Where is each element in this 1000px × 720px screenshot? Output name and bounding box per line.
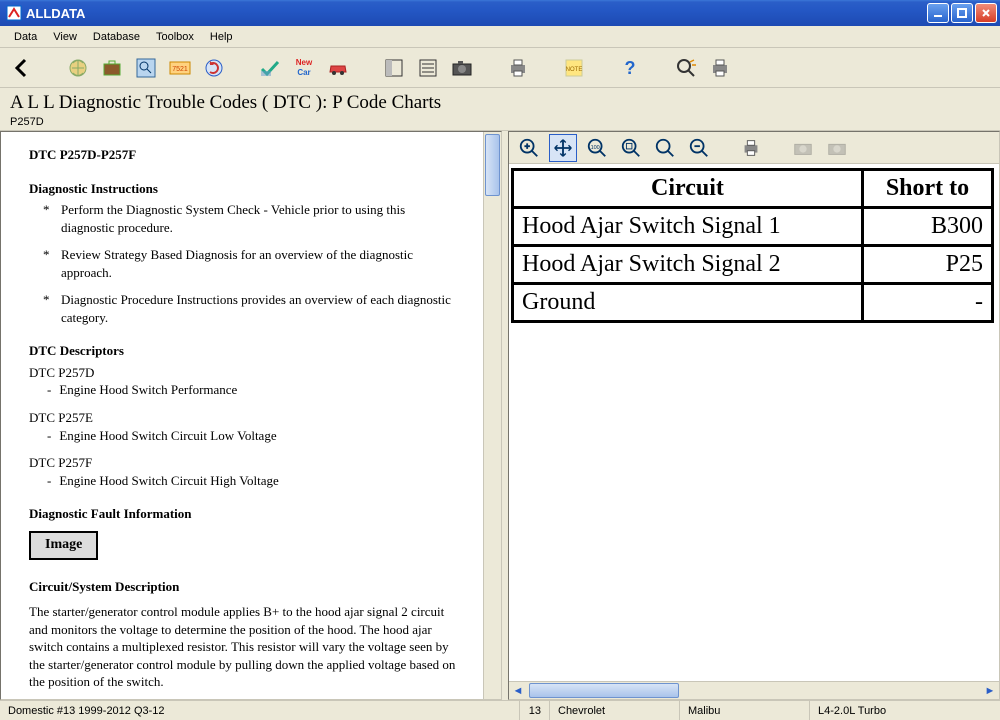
svg-text:100: 100 (591, 144, 600, 150)
dtc-code: DTC P257F (29, 454, 461, 472)
layout-1-icon[interactable] (380, 54, 408, 82)
app-icon (6, 5, 22, 21)
menu-database[interactable]: Database (85, 29, 148, 45)
menu-help[interactable]: Help (202, 29, 241, 45)
status-model: Malibu (680, 701, 810, 720)
status-database: Domestic #13 1999-2012 Q3-12 (0, 701, 520, 720)
heading-diag-instr: Diagnostic Instructions (29, 180, 461, 198)
camera-2-icon (823, 134, 851, 162)
table-cell: Hood Ajar Switch Signal 2 (513, 246, 863, 284)
dtc-desc: Engine Hood Switch Circuit High Voltage (59, 472, 278, 490)
hscroll-thumb[interactable] (529, 683, 679, 698)
article-pane: DTC P257D-P257F Diagnostic Instructions … (0, 131, 502, 700)
image-button[interactable]: Image (29, 531, 98, 560)
table-header: Circuit (513, 170, 863, 208)
car-icon[interactable] (324, 54, 352, 82)
heading-circuit-desc: Circuit/System Description (29, 578, 461, 596)
circuit-table: Circuit Short to Hood Ajar Switch Signal… (511, 168, 994, 323)
statusbar: Domestic #13 1999-2012 Q3-12 13 Chevrole… (0, 700, 1000, 720)
camera-icon[interactable] (448, 54, 476, 82)
horizontal-scrollbar[interactable]: ◄ ► (509, 681, 999, 699)
zoom-100-icon[interactable]: 100 (583, 134, 611, 162)
article-content: DTC P257D-P257F Diagnostic Instructions … (1, 132, 483, 699)
bullet-text: Review Strategy Based Diagnosis for an o… (61, 246, 461, 281)
header-area: A L L Diagnostic Trouble Codes ( DTC ): … (0, 88, 1000, 131)
svg-text:NOTE: NOTE (566, 67, 583, 73)
menu-data[interactable]: Data (6, 29, 45, 45)
status-engine: L4-2.0L Turbo (810, 701, 1000, 720)
table-cell: - (863, 284, 993, 322)
zoom-in-icon[interactable] (515, 134, 543, 162)
scroll-right-arrow[interactable]: ► (981, 682, 999, 699)
print-image-icon[interactable] (737, 134, 765, 162)
table-cell: Ground (513, 284, 863, 322)
new-car-icon[interactable]: NewCar (290, 54, 318, 82)
help-icon[interactable]: ? (616, 54, 644, 82)
dtc-desc: Engine Hood Switch Performance (59, 381, 237, 399)
image-pane: 100 Circuit Short to Hood Ajar Switch Si… (508, 131, 1000, 700)
pan-icon[interactable] (549, 134, 577, 162)
briefcase-icon[interactable] (98, 54, 126, 82)
page-title: A L L Diagnostic Trouble Codes ( DTC ): … (10, 92, 990, 114)
main-toolbar: 7521 NewCar NOTE ? (0, 48, 1000, 88)
layout-2-icon[interactable] (414, 54, 442, 82)
status-number: 13 (520, 701, 550, 720)
bullet-text: Perform the Diagnostic System Check - Ve… (61, 201, 461, 236)
menu-toolbox[interactable]: Toolbox (148, 29, 202, 45)
find-icon[interactable] (672, 54, 700, 82)
dtc-desc: Engine Hood Switch Circuit Low Voltage (59, 427, 276, 445)
search-tool-icon[interactable] (132, 54, 160, 82)
heading-fault-info: Diagnostic Fault Information (29, 505, 461, 523)
window-title: ALLDATA (26, 6, 85, 21)
zoom-icon[interactable] (651, 134, 679, 162)
svg-text:?: ? (625, 58, 636, 78)
dtc-code-icon[interactable]: 7521 (166, 54, 194, 82)
menu-view[interactable]: View (45, 29, 85, 45)
globe-icon[interactable] (64, 54, 92, 82)
dtc-code: DTC P257D (29, 364, 461, 382)
titlebar: ALLDATA (0, 0, 1000, 26)
refresh-icon[interactable] (200, 54, 228, 82)
zoom-out-icon[interactable] (685, 134, 713, 162)
table-row: Ground - (513, 284, 993, 322)
maximize-button[interactable] (951, 3, 973, 23)
svg-text:7521: 7521 (172, 66, 188, 73)
scrollbar-thumb[interactable] (485, 134, 500, 196)
camera-1-icon (789, 134, 817, 162)
image-view[interactable]: Circuit Short to Hood Ajar Switch Signal… (509, 164, 999, 681)
note-icon[interactable]: NOTE (560, 54, 588, 82)
back-button[interactable] (8, 54, 36, 82)
scroll-left-arrow[interactable]: ◄ (509, 682, 527, 699)
close-button[interactable] (975, 3, 997, 23)
vertical-scrollbar[interactable] (483, 132, 501, 699)
bullet-text: Diagnostic Procedure Instructions provid… (61, 291, 461, 326)
table-row: Hood Ajar Switch Signal 1 B300 (513, 208, 993, 246)
circuit-paragraph: The starter/generator control module app… (29, 603, 461, 691)
table-cell: P25 (863, 246, 993, 284)
table-row: Hood Ajar Switch Signal 2 P25 (513, 246, 993, 284)
status-make: Chevrolet (550, 701, 680, 720)
dtc-code: DTC P257E (29, 409, 461, 427)
image-toolbar: 100 (509, 132, 999, 164)
menubar: Data View Database Toolbox Help (0, 26, 1000, 48)
check-icon[interactable] (256, 54, 284, 82)
page-subtitle: P257D (10, 116, 990, 128)
table-cell: B300 (863, 208, 993, 246)
table-header: Short to (863, 170, 993, 208)
print2-icon[interactable] (706, 54, 734, 82)
heading-dtc-range: DTC P257D-P257F (29, 146, 461, 164)
svg-text:New: New (296, 58, 313, 67)
zoom-fit-icon[interactable] (617, 134, 645, 162)
svg-text:Car: Car (297, 68, 310, 77)
heading-descriptors: DTC Descriptors (29, 342, 461, 360)
minimize-button[interactable] (927, 3, 949, 23)
print-icon[interactable] (504, 54, 532, 82)
split-container: DTC P257D-P257F Diagnostic Instructions … (0, 131, 1000, 700)
table-cell: Hood Ajar Switch Signal 1 (513, 208, 863, 246)
